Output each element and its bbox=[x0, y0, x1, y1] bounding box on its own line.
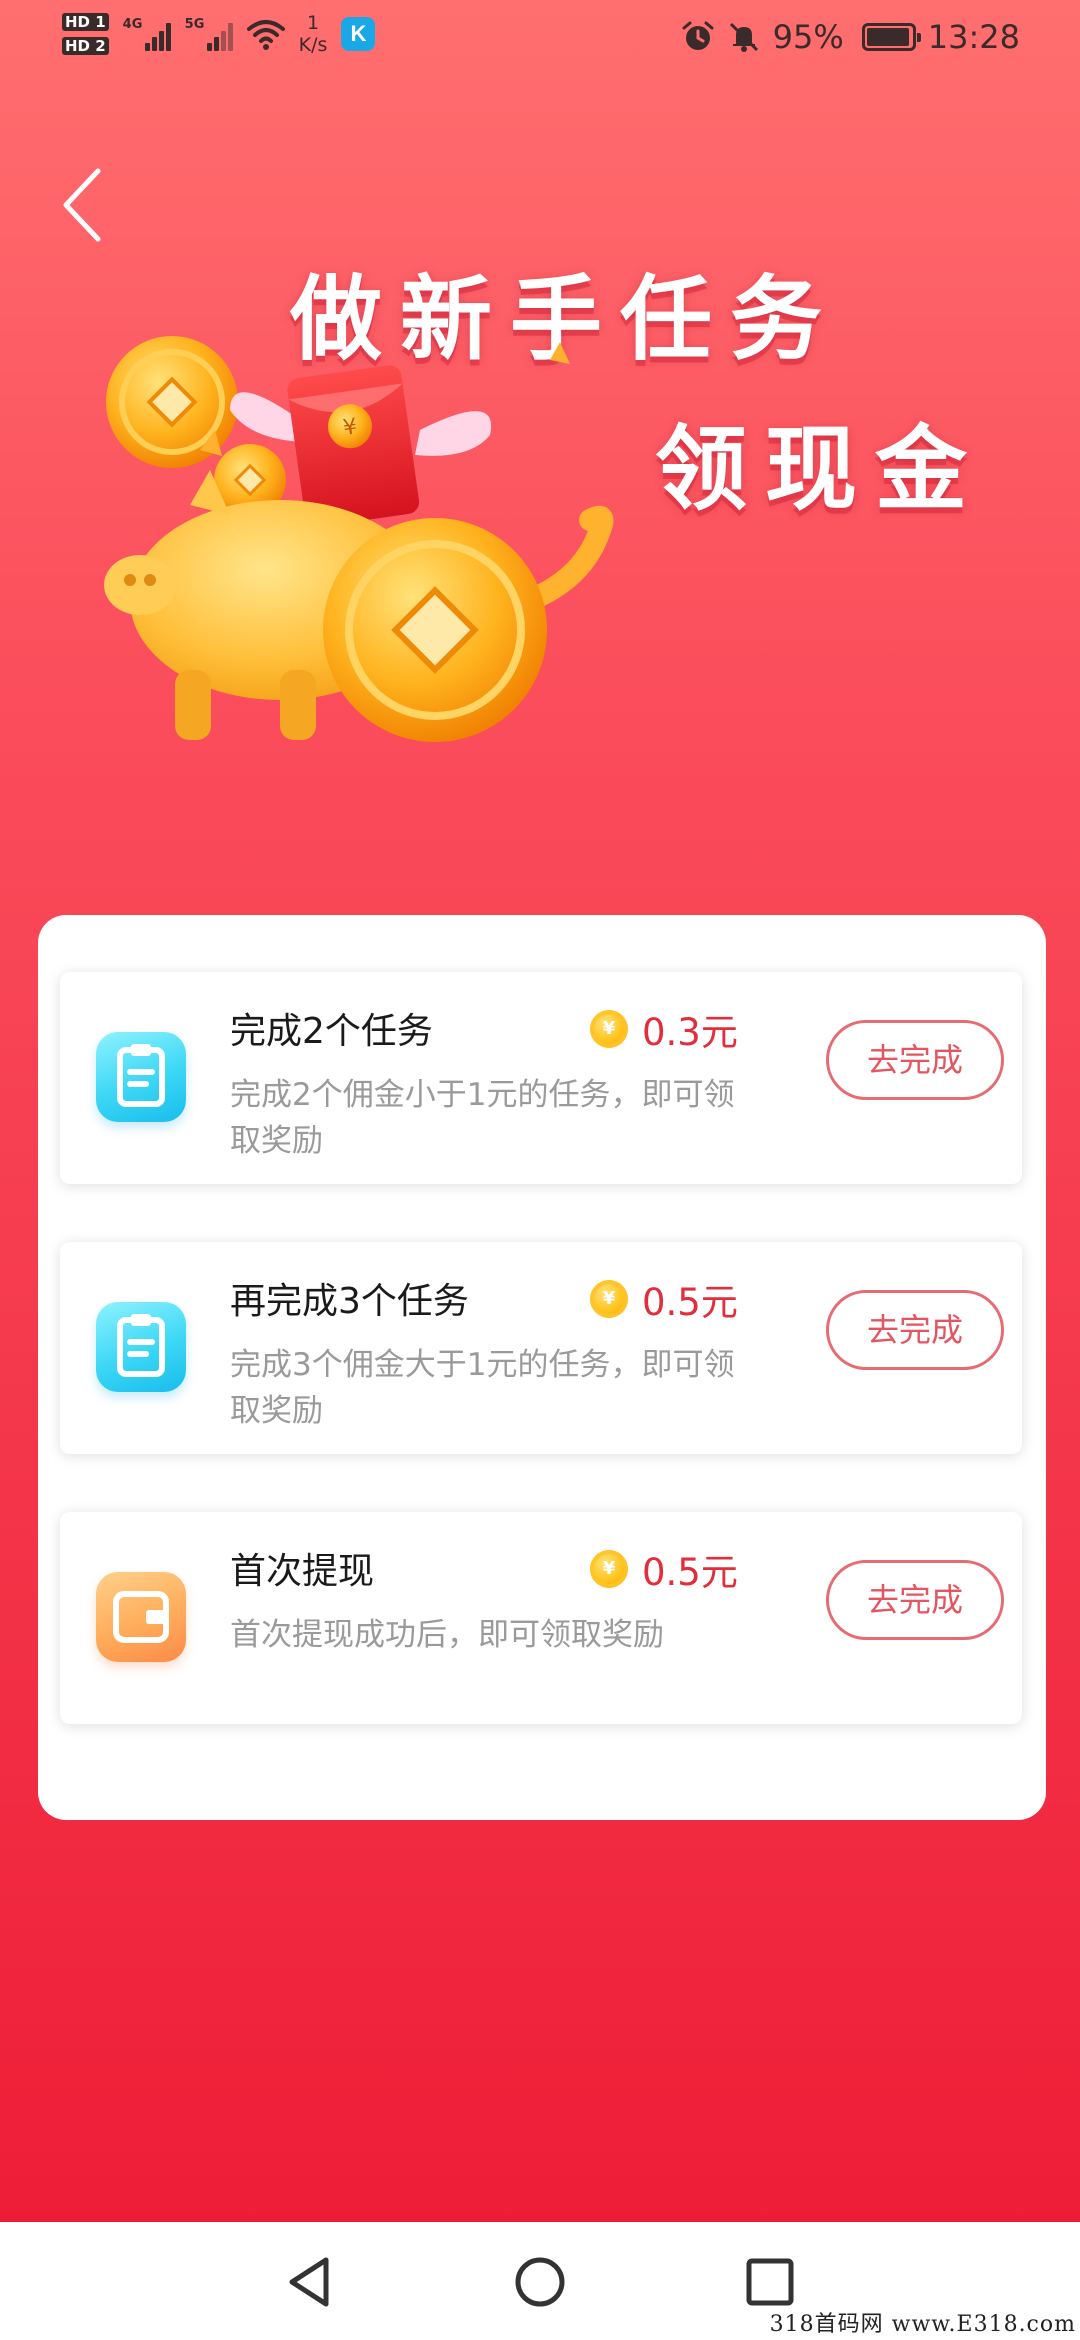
hd2-badge: HD 2 bbox=[62, 37, 109, 55]
task-title: 首次提现 bbox=[230, 1551, 375, 1592]
back-arrow-icon[interactable] bbox=[58, 165, 108, 245]
task-screen: HD 1 HD 2 4G 5G 1 K/s K 95% 13:28 做新手任务 … bbox=[0, 0, 1080, 2222]
nav-recents-icon[interactable] bbox=[740, 2252, 800, 2312]
coin-front bbox=[323, 518, 547, 742]
task-description: 完成3个佣金大于1元的任务，即可领取奖励 bbox=[230, 1347, 735, 1429]
watermark-text: 318首码网 www.E318.com bbox=[769, 2312, 1076, 2337]
coin-icon: ¥ bbox=[590, 1010, 628, 1048]
signal-icon-2: 5G bbox=[185, 17, 233, 51]
wallet-icon bbox=[96, 1572, 186, 1662]
network-speed-value: 1 bbox=[307, 12, 320, 34]
network-type-1: 4G bbox=[122, 17, 143, 32]
task-title: 完成2个任务 bbox=[230, 1011, 433, 1052]
hd-indicators: HD 1 HD 2 bbox=[62, 13, 109, 55]
task-reward: ¥ 0.5元 bbox=[590, 1272, 738, 1326]
coin-icon: ¥ bbox=[590, 1550, 628, 1588]
app-notification-icon: K bbox=[341, 17, 376, 51]
reward-amount: 0.5元 bbox=[642, 1551, 738, 1594]
task-description: 完成2个佣金小于1元的任务，即可领取奖励 bbox=[230, 1077, 735, 1159]
status-left: HD 1 HD 2 4G 5G 1 K/s K bbox=[62, 12, 376, 56]
coin-icon: ¥ bbox=[590, 1280, 628, 1318]
task-reward: ¥ 0.5元 bbox=[590, 1542, 738, 1596]
battery-percent: 95% bbox=[772, 18, 844, 56]
go-complete-button[interactable]: 去完成 bbox=[826, 1020, 1004, 1100]
wifi-icon bbox=[246, 20, 285, 50]
clipboard-icon bbox=[96, 1032, 186, 1122]
mute-icon bbox=[729, 22, 758, 52]
task-card-1: 完成2个任务 ¥ 0.3元 完成2个佣金小于1元的任务，即可领取奖励 去完成 bbox=[60, 972, 1022, 1184]
hd1-badge: HD 1 bbox=[62, 13, 109, 31]
piggy-bank-coins-illustration: ¥ bbox=[104, 336, 614, 742]
task-card-3: 首次提现 ¥ 0.5元 首次提现成功后，即可领取奖励 去完成 bbox=[60, 1512, 1022, 1724]
alarm-icon bbox=[682, 21, 714, 50]
battery-icon bbox=[861, 23, 921, 51]
nav-back-icon[interactable] bbox=[280, 2252, 340, 2312]
clock: 13:28 bbox=[927, 18, 1020, 56]
status-right: 95% 13:28 bbox=[681, 18, 1020, 56]
status-bar: HD 1 HD 2 4G 5G 1 K/s K 95% 13:28 bbox=[0, 0, 1080, 80]
task-description: 首次提现成功后，即可领取奖励 bbox=[230, 1617, 664, 1653]
nav-home-icon[interactable] bbox=[510, 2252, 570, 2312]
go-complete-button[interactable]: 去完成 bbox=[826, 1560, 1004, 1640]
task-title: 再完成3个任务 bbox=[230, 1281, 469, 1322]
banner-title-line2: 领现金 bbox=[655, 416, 986, 523]
network-speed-unit: K/s bbox=[298, 34, 328, 56]
network-type-2: 5G bbox=[184, 17, 205, 32]
task-reward: ¥ 0.3元 bbox=[590, 1002, 738, 1056]
signal-icon-1: 4G bbox=[123, 17, 171, 51]
system-nav-bar: 318首码网 www.E318.com bbox=[0, 2222, 1080, 2340]
clipboard-icon bbox=[96, 1302, 186, 1392]
reward-amount: 0.3元 bbox=[642, 1011, 738, 1054]
battery-fill bbox=[866, 28, 909, 46]
go-complete-button[interactable]: 去完成 bbox=[826, 1290, 1004, 1370]
reward-amount: 0.5元 bbox=[642, 1281, 738, 1324]
task-card-2: 再完成3个任务 ¥ 0.5元 完成3个佣金大于1元的任务，即可领取奖励 去完成 bbox=[60, 1242, 1022, 1454]
network-speed: 1 K/s bbox=[299, 12, 328, 56]
